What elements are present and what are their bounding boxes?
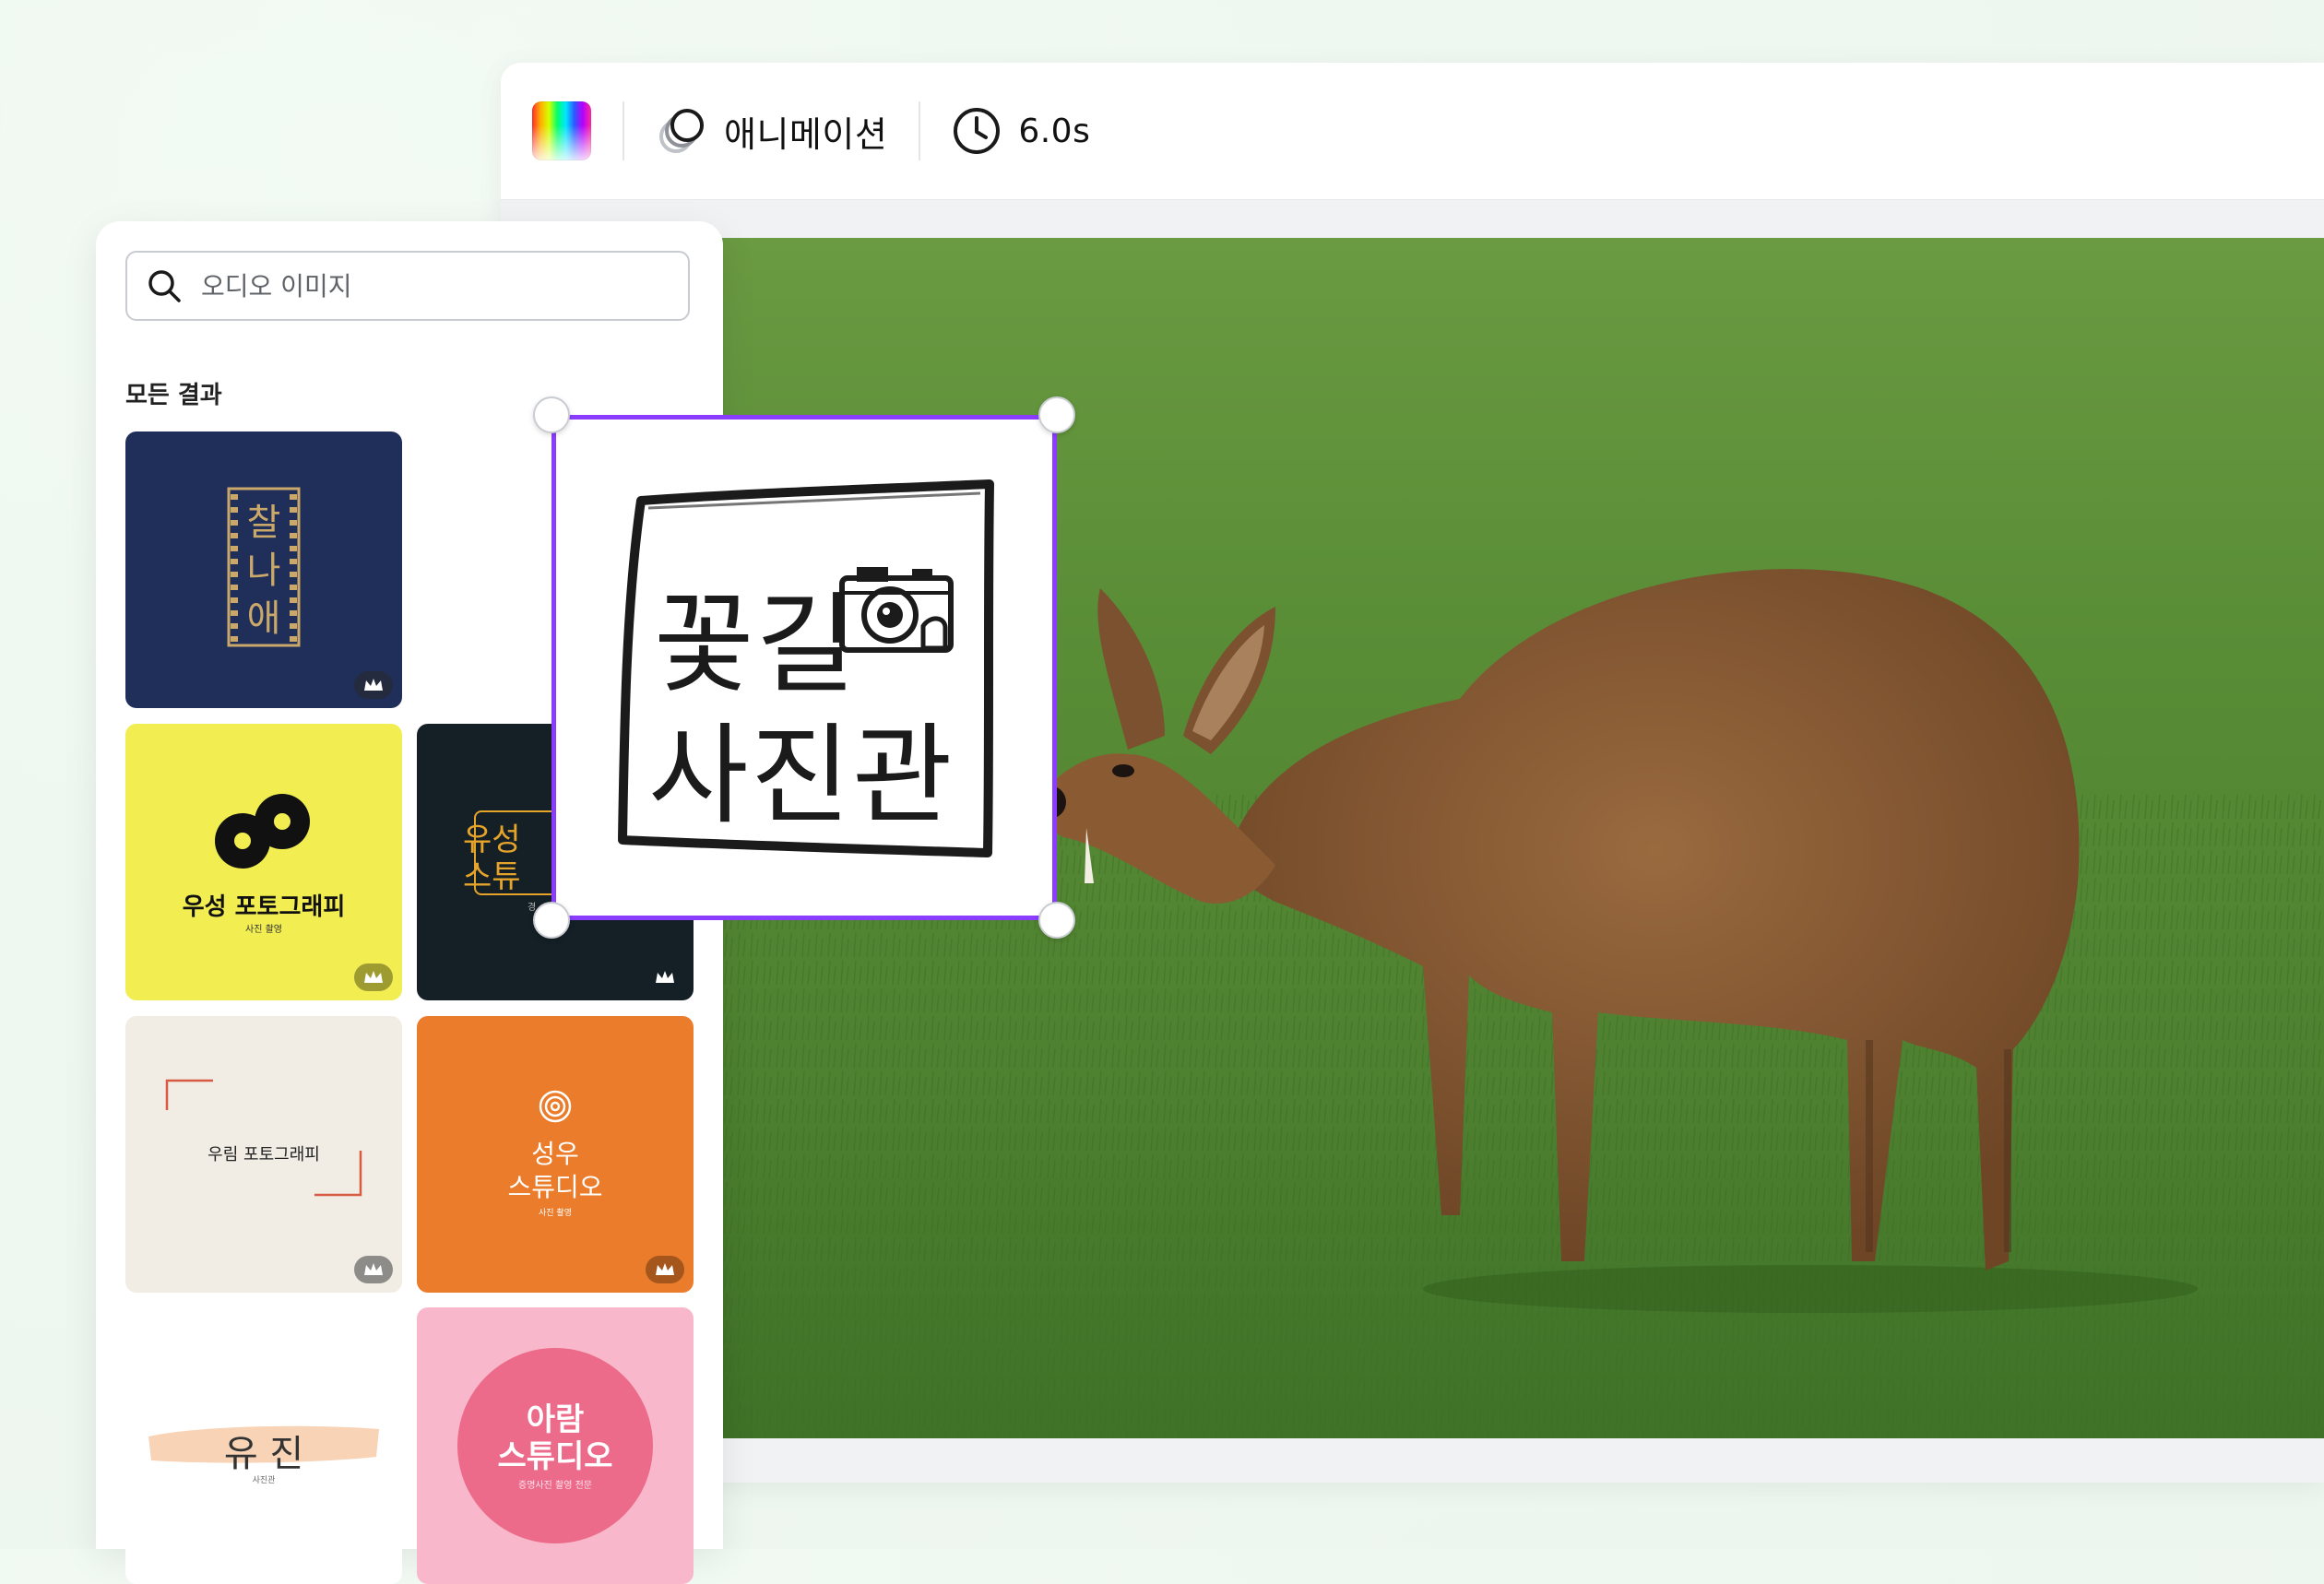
search-icon bbox=[148, 270, 181, 302]
tile-subtitle: 사진 촬영 bbox=[539, 1209, 572, 1218]
duration-label[interactable]: 6.0s bbox=[1018, 112, 1090, 150]
section-title: 모든 결과 bbox=[125, 382, 222, 409]
template-tile-challaae[interactable]: 찰 나 애 bbox=[125, 431, 402, 708]
tile-subtitle: 사진 촬영 bbox=[245, 925, 282, 935]
tile-title: 우림 포토그래피 bbox=[208, 1145, 320, 1164]
template-tile-aram-studio[interactable]: 아람 스튜디오 증명사진 촬영 전문 bbox=[417, 1307, 694, 1584]
editor-toolbar: 애니메이션 6.0s bbox=[501, 63, 2324, 200]
tile-title-line: 스튜디오 bbox=[507, 1172, 603, 1202]
template-tile-seongwoo-studio[interactable]: 성우 스튜디오 사진 촬영 bbox=[417, 1016, 694, 1293]
toolbar-divider bbox=[622, 101, 624, 160]
premium-crown-badge bbox=[646, 963, 684, 991]
template-tile-urim-photography[interactable]: 우림 포토그래피 bbox=[125, 1016, 402, 1293]
premium-crown-badge bbox=[354, 1256, 393, 1283]
search-box[interactable] bbox=[125, 251, 690, 321]
clock-icon[interactable] bbox=[952, 106, 1002, 156]
resize-handle-bottom-left[interactable] bbox=[533, 902, 570, 939]
infinity-logo-icon bbox=[215, 794, 310, 869]
tile-title-line: 성우 bbox=[531, 1139, 579, 1169]
logo-text-line-2: 사진관 bbox=[648, 712, 954, 839]
animation-icon[interactable] bbox=[656, 105, 707, 157]
template-tile-yujin[interactable]: 유 진 사진관 bbox=[125, 1307, 402, 1584]
resize-handle-top-right[interactable] bbox=[1038, 396, 1075, 433]
tile-text-line: 찰 bbox=[246, 502, 281, 544]
template-tile-useong-photography[interactable]: 우성 포토그래피 사진 촬영 bbox=[125, 724, 402, 1000]
color-palette-button[interactable] bbox=[532, 101, 591, 160]
crown-icon bbox=[656, 971, 674, 983]
tile-text-line: 나 bbox=[246, 550, 281, 592]
tile-title-line: 스튜디오 bbox=[497, 1438, 613, 1475]
crown-icon bbox=[364, 971, 383, 983]
toolbar-divider bbox=[919, 101, 921, 160]
tile-title: 우성 포토그래피 bbox=[182, 893, 346, 921]
tile-subtitle: 사진관 bbox=[252, 1476, 276, 1485]
camera-icon bbox=[839, 567, 954, 653]
crown-icon bbox=[364, 679, 383, 691]
animation-button-label[interactable]: 애니메이션 bbox=[724, 106, 887, 157]
resize-handle-top-left[interactable] bbox=[533, 396, 570, 433]
resize-handle-bottom-right[interactable] bbox=[1038, 902, 1075, 939]
premium-crown-badge bbox=[354, 963, 393, 991]
tile-text-line: 애 bbox=[246, 597, 281, 640]
selected-logo-element[interactable]: 꽃길 사진관 bbox=[533, 396, 1075, 939]
premium-crown-badge bbox=[646, 1256, 684, 1283]
tile-title-line: 스튜 bbox=[463, 858, 521, 895]
tile-title: 유 진 bbox=[223, 1433, 304, 1475]
tile-subtitle: 증명사진 촬영 전문 bbox=[518, 1481, 592, 1491]
crown-icon bbox=[656, 1263, 674, 1275]
search-input[interactable] bbox=[199, 269, 664, 302]
crown-icon bbox=[364, 1263, 383, 1275]
premium-crown-badge bbox=[354, 671, 393, 699]
